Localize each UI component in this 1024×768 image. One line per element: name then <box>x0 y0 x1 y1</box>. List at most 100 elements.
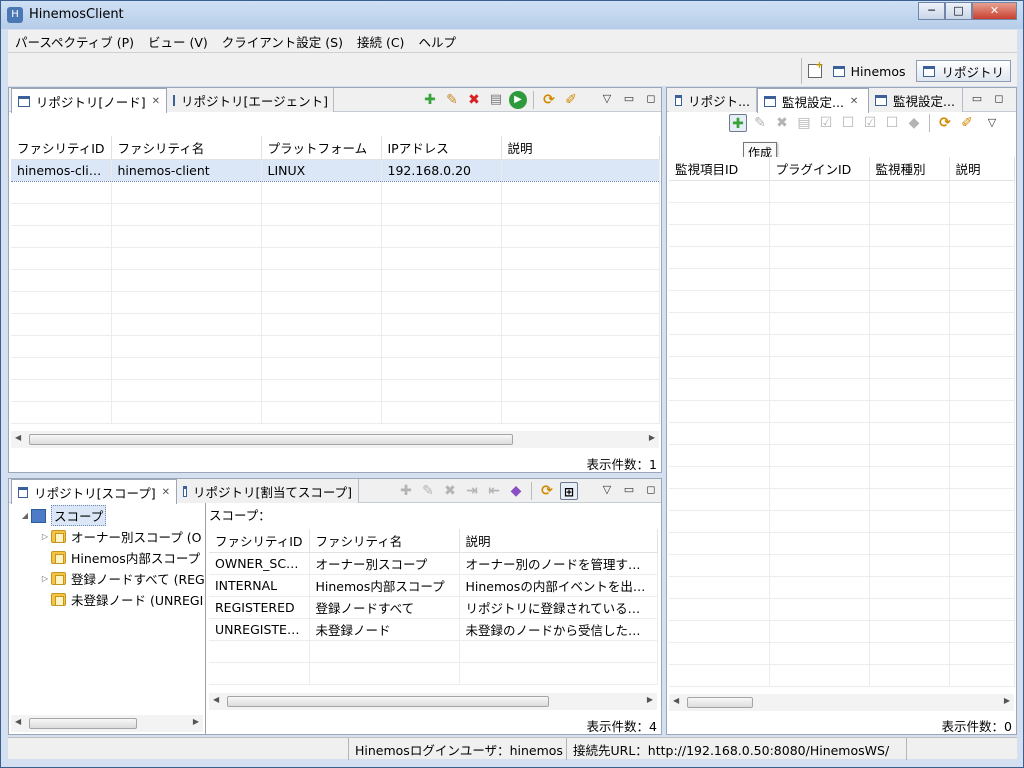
tab-repository-scope[interactable]: リポジトリ[スコープ] ✕ <box>11 479 177 504</box>
property-icon[interactable]: ◆ <box>507 482 525 500</box>
close-tab-icon[interactable]: ✕ <box>850 96 858 107</box>
scroll-left-icon[interactable]: ◀ <box>15 433 21 442</box>
scroll-left-icon[interactable]: ◀ <box>213 695 219 704</box>
scope-table-scrollbar[interactable]: ◀ ▶ <box>209 693 657 710</box>
copy-icon[interactable]: ▤ <box>487 91 505 109</box>
table-row[interactable]: OWNER_SCO... オーナー別スコープ オーナー別のノードを管理する... <box>209 552 658 575</box>
expand-icon[interactable]: ▷ <box>39 574 51 583</box>
view-menu-icon[interactable]: ▽ <box>599 482 615 498</box>
refresh-icon[interactable]: ⟳ <box>540 91 558 109</box>
filter-icon[interactable]: ✐ <box>958 114 976 132</box>
eraser-icon[interactable]: ◆ <box>905 114 923 132</box>
maximize-view-icon[interactable]: ◻ <box>643 91 659 107</box>
scrollbar-thumb[interactable] <box>227 696 549 707</box>
tree-item-owner[interactable]: ▷ オーナー別スコープ (O <box>19 526 205 547</box>
menu-view[interactable]: ビュー (V) <box>141 32 215 51</box>
node-table-scrollbar[interactable]: ◀ ▶ <box>11 431 659 448</box>
tab-repository[interactable]: リポジト... <box>669 88 757 112</box>
edit-icon[interactable]: ✎ <box>419 482 437 500</box>
tree-scrollbar[interactable]: ◀ ▶ <box>11 715 203 732</box>
monitor-table-scrollbar[interactable]: ◀ ▶ <box>669 694 1014 711</box>
tab-repository-node[interactable]: リポジトリ[ノード] ✕ <box>11 88 167 113</box>
scroll-left-icon[interactable]: ◀ <box>673 696 679 705</box>
scrollbar-thumb[interactable] <box>687 697 753 708</box>
table-row[interactable]: INTERNAL Hinemos内部スコープ Hinemosの内部イベントを出力… <box>209 574 658 597</box>
tree-view-icon[interactable]: ⊞ <box>560 482 578 500</box>
tree-item-internal[interactable]: Hinemos内部スコープ <box>19 547 205 568</box>
checkbox-icon[interactable]: ☐ <box>839 114 857 132</box>
column-header[interactable]: ファシリティ名 <box>111 136 262 160</box>
table-row[interactable]: hinemos-client hinemos-client LINUX 192.… <box>11 158 660 182</box>
scrollbar-thumb[interactable] <box>29 718 137 729</box>
scroll-right-icon[interactable]: ▶ <box>1004 696 1010 705</box>
open-perspective-icon[interactable] <box>807 60 824 78</box>
tab-repository-assigned-scope[interactable]: リポジトリ[割当てスコープ] <box>177 479 359 503</box>
close-button[interactable]: ✕ <box>972 2 1017 20</box>
release-node-icon[interactable]: ⇤ <box>485 482 503 500</box>
scrollbar-thumb[interactable] <box>29 434 513 445</box>
close-tab-icon[interactable]: ✕ <box>162 487 170 498</box>
delete-icon[interactable]: ✖ <box>441 482 459 500</box>
column-header[interactable]: ファシリティID <box>11 136 112 160</box>
table-row <box>11 291 660 314</box>
minimize-view-icon[interactable]: ▭ <box>621 482 637 498</box>
table-row[interactable]: UNREGISTER... 未登録ノード 未登録のノードから受信した通... <box>209 618 658 641</box>
menu-help[interactable]: ヘルプ <box>411 32 463 51</box>
add-icon[interactable]: ✚ <box>397 482 415 500</box>
tree-item-unregistered[interactable]: 未登録ノード (UNREGI <box>19 589 205 610</box>
expand-icon[interactable]: ▷ <box>39 532 51 541</box>
delete-icon[interactable]: ✖ <box>465 91 483 109</box>
menu-connect[interactable]: 接続 (C) <box>350 32 411 51</box>
delete-icon[interactable]: ✖ <box>773 114 791 132</box>
maximize-view-icon[interactable]: ◻ <box>643 482 659 498</box>
scroll-right-icon[interactable]: ▶ <box>649 433 655 442</box>
refresh-icon[interactable]: ⟳ <box>538 482 556 500</box>
run-icon[interactable]: ▶ <box>509 91 527 109</box>
column-header[interactable]: 監視項目ID <box>669 157 770 181</box>
copy-icon[interactable]: ▤ <box>795 114 813 132</box>
minimize-button[interactable]: ─ <box>918 2 945 20</box>
column-header[interactable]: ファシリティ名 <box>309 529 460 553</box>
minimize-view-icon[interactable]: ▭ <box>621 91 637 107</box>
perspective-hinemos[interactable]: Hinemos <box>826 60 913 82</box>
column-header[interactable]: プラットフォーム <box>261 136 382 160</box>
column-header[interactable]: プラグインID <box>769 157 870 181</box>
column-header[interactable]: IPアドレス <box>381 136 502 160</box>
tab-monitor-settings[interactable]: 監視設定... ✕ <box>757 88 869 113</box>
collapse-icon[interactable]: ◢ <box>19 511 31 520</box>
filter-icon[interactable]: ✐ <box>562 91 580 109</box>
tab-monitor-settings-2[interactable]: 監視設定... <box>869 88 963 112</box>
tree-root[interactable]: ◢ スコープ <box>19 505 205 526</box>
create-icon[interactable]: ✚ <box>729 114 747 132</box>
column-header[interactable]: 説明 <box>501 136 660 160</box>
tab-repository-agent[interactable]: リポジトリ[エージェント] <box>167 88 334 112</box>
scroll-left-icon[interactable]: ◀ <box>15 717 21 726</box>
table-row[interactable]: REGISTERED 登録ノードすべて リポジトリに登録されているす... <box>209 596 658 619</box>
cell-facility-name: オーナー別スコープ <box>309 552 460 575</box>
checkbox-checked-icon[interactable]: ☑ <box>817 114 835 132</box>
column-header[interactable]: 監視種別 <box>869 157 950 181</box>
scroll-right-icon[interactable]: ▶ <box>193 717 199 726</box>
perspective-repository[interactable]: リポジトリ <box>916 60 1011 82</box>
column-header[interactable]: 説明 <box>459 529 658 553</box>
column-header[interactable]: ファシリティID <box>209 529 310 553</box>
view-menu-icon[interactable]: ▽ <box>984 115 1000 131</box>
checkbox-icon[interactable]: ☐ <box>883 114 901 132</box>
view-menu-icon[interactable]: ▽ <box>599 91 615 107</box>
menu-client-settings[interactable]: クライアント設定 (S) <box>215 32 350 51</box>
splitter[interactable] <box>205 503 206 734</box>
edit-icon[interactable]: ✎ <box>443 91 461 109</box>
edit-icon[interactable]: ✎ <box>751 114 769 132</box>
menu-perspective[interactable]: パースペクティブ (P) <box>8 32 141 51</box>
scroll-right-icon[interactable]: ▶ <box>647 695 653 704</box>
minimize-view-icon[interactable]: ▭ <box>969 91 985 107</box>
column-header[interactable]: 説明 <box>949 157 1015 181</box>
close-tab-icon[interactable]: ✕ <box>152 96 160 107</box>
maximize-button[interactable]: □ <box>945 2 972 20</box>
assign-node-icon[interactable]: ⇥ <box>463 482 481 500</box>
maximize-view-icon[interactable]: ◻ <box>991 91 1007 107</box>
refresh-icon[interactable]: ⟳ <box>936 114 954 132</box>
checkbox-checked-icon[interactable]: ☑ <box>861 114 879 132</box>
add-icon[interactable]: ✚ <box>421 91 439 109</box>
tree-item-registered[interactable]: ▷ 登録ノードすべて (REG <box>19 568 205 589</box>
